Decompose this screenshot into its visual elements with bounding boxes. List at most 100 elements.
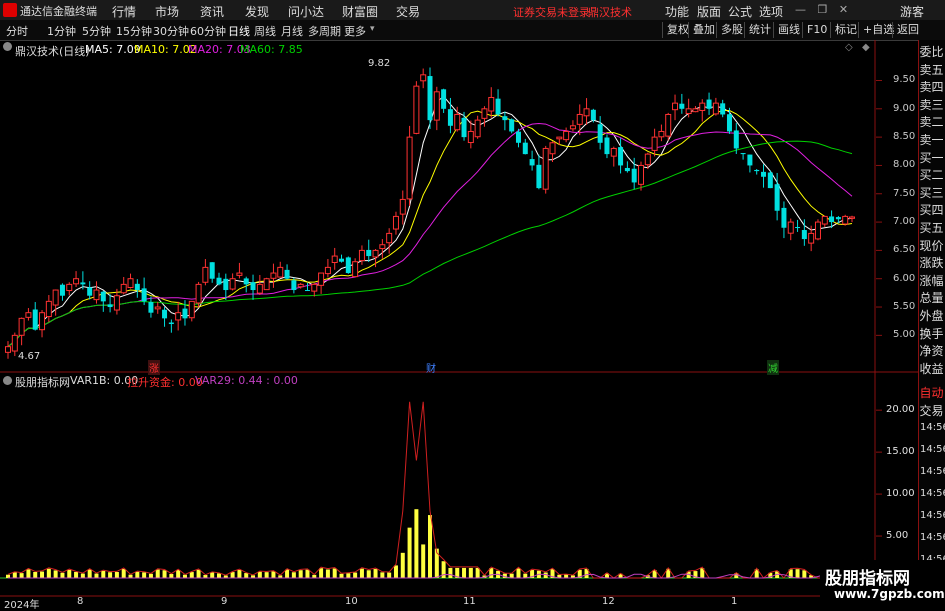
indicator-bar [802, 570, 807, 578]
candle-body-up [154, 306, 161, 310]
candle-body-up [358, 249, 365, 262]
indicator-bar [196, 569, 201, 578]
period-15min[interactable]: 15分钟 [116, 23, 152, 39]
candle-body-up [699, 102, 706, 111]
candle-body-down [761, 171, 767, 177]
menu-wenxiaoda[interactable]: 问小达 [288, 3, 324, 20]
indicator-bar [332, 568, 337, 578]
indicator-bar [108, 572, 113, 578]
period-weekly[interactable]: 周线 [254, 23, 276, 39]
watermark-title: 股朋指标网 [825, 569, 910, 589]
candle-body-down [223, 278, 229, 291]
tool-duogu[interactable]: 多股 [716, 22, 747, 38]
x-tick-11: 11 [463, 596, 476, 607]
indicator-bar [325, 569, 330, 578]
candle-body-up [481, 108, 488, 119]
menu-caifuquan[interactable]: 财富圈 [342, 3, 378, 20]
quote-field-label: 收益 [919, 361, 944, 376]
quote-field-label: 买二 [919, 168, 944, 183]
menu-jiaoyi[interactable]: 交易 [396, 3, 420, 20]
period-1min[interactable]: 1分钟 [47, 23, 76, 39]
candle-body-up [277, 266, 284, 278]
chart-area[interactable] [0, 40, 918, 609]
tool-huaxian[interactable]: 画线 [773, 22, 804, 38]
window-controls[interactable]: — ❐ ✕ [795, 3, 848, 16]
minimize-icon[interactable]: — [795, 3, 806, 16]
tool-diejia[interactable]: 叠加 [688, 22, 719, 38]
candle-body-up [849, 216, 855, 219]
high-price-label: 9.82 [368, 58, 391, 69]
y-tick-label: 8.00 [893, 159, 916, 171]
indicator-bar [26, 569, 31, 578]
candle-body-up [467, 130, 474, 144]
ma60-label: MA60: 7.85 [240, 43, 303, 56]
quote-field-label: 委比 [919, 45, 944, 59]
menu-xuanxiang[interactable]: 选项 [759, 3, 783, 20]
candle-body-up [270, 272, 277, 279]
moving-average-lines [7, 95, 853, 348]
watermark-box: 股朋指标网 www.7gpzb.com [820, 560, 945, 609]
candle-body-up [842, 215, 849, 225]
marker-cai[interactable]: 财 [425, 360, 437, 375]
quote-field-label: 买一 [919, 150, 944, 165]
period-fenshi[interactable]: 分时 [6, 23, 28, 39]
candle-body-down [726, 114, 732, 132]
candle-body-down [87, 287, 93, 296]
tool-f10[interactable]: F10 [802, 22, 831, 38]
period-multi[interactable]: 多周期 [308, 23, 341, 39]
marker-jian[interactable]: 减 [767, 360, 779, 375]
candle-body-up [379, 244, 386, 250]
auto-trade-label[interactable]: 自动 [918, 384, 945, 403]
guest-login[interactable]: 游客 [900, 3, 924, 20]
chevron-down-icon[interactable]: ▾ [370, 24, 375, 34]
period-30min[interactable]: 30分钟 [153, 23, 189, 39]
candle-body-down [107, 304, 113, 308]
indicator-bar [176, 569, 181, 578]
ma5-line [7, 95, 853, 348]
period-more[interactable]: 更多 [344, 23, 366, 39]
trade-login-notice[interactable]: 证券交易未登录 [513, 4, 590, 20]
indicator-bar [264, 572, 269, 578]
period-daily[interactable]: 日线 [228, 23, 250, 39]
period-5min[interactable]: 5分钟 [82, 23, 111, 39]
candle-body-up [658, 130, 665, 138]
indicator-bar [795, 569, 800, 578]
menu-banmian[interactable]: 版面 [697, 3, 721, 20]
candle-body-down [59, 284, 65, 296]
candle-body-up [5, 346, 11, 353]
indicator-bar [237, 570, 242, 578]
candle-body-up [297, 283, 304, 288]
collapse-icon[interactable]: ◇ [845, 42, 853, 53]
menu-faxian[interactable]: 发现 [245, 3, 269, 20]
candle-body-up [73, 278, 80, 285]
indicator-bar [135, 571, 140, 578]
period-monthly[interactable]: 月线 [281, 23, 303, 39]
menu-shichang[interactable]: 市场 [155, 3, 179, 20]
indicator-bar [121, 568, 126, 578]
tool-tongji[interactable]: 统计 [744, 22, 775, 38]
menu-hangqing[interactable]: 行情 [112, 3, 136, 20]
menu-gongneng[interactable]: 功能 [665, 3, 689, 20]
period-60min[interactable]: 60分钟 [190, 23, 226, 39]
chart-title: 鼎汉技术(日线) [15, 45, 90, 58]
y-tick-label: 7.00 [893, 216, 916, 228]
tool-biaoji[interactable]: 标记 [830, 22, 861, 38]
candle-body-up [814, 221, 821, 240]
indicator-bar [468, 567, 473, 578]
candle-body-up [18, 317, 25, 336]
restore-icon[interactable]: ❐ [818, 3, 828, 16]
indicator-bar [155, 569, 160, 578]
menu-gongshi[interactable]: 公式 [728, 3, 752, 20]
close-icon[interactable]: ✕ [839, 3, 848, 16]
indicator-bar [291, 572, 296, 578]
pin-icon[interactable]: ◆ [862, 42, 870, 53]
tool-fanhui[interactable]: 返回 [892, 22, 923, 38]
candle-body-down [182, 308, 188, 319]
trade-label[interactable]: 交易 [918, 402, 945, 421]
marker-zhang[interactable]: 涨 [148, 360, 160, 375]
y-tick-label: 6.50 [893, 244, 916, 256]
candle-body-up [563, 130, 570, 141]
quote-field-label: 买五 [919, 221, 944, 235]
menu-zixun[interactable]: 资讯 [200, 3, 224, 20]
candle-body-down [767, 172, 773, 189]
